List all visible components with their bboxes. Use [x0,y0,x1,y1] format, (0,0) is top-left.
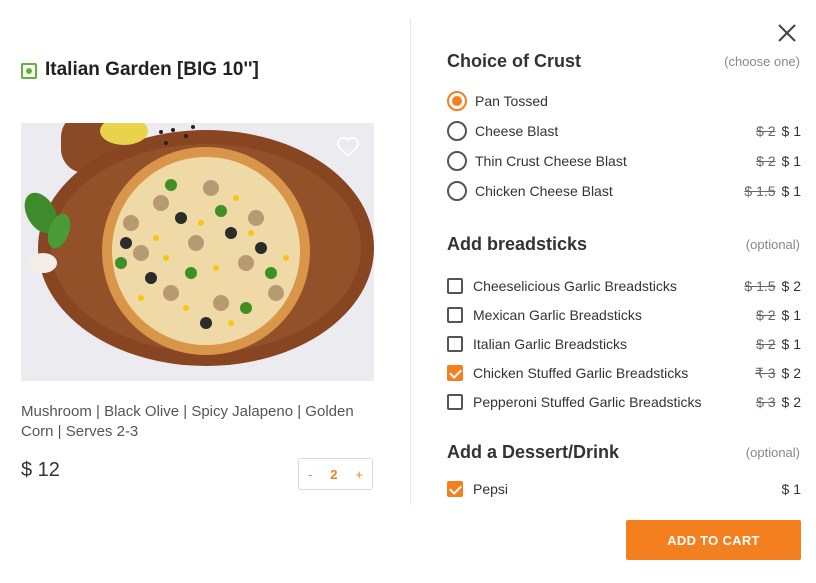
heart-icon[interactable] [336,136,360,158]
item-description: Mushroom | Black Olive | Spicy Jalapeno … [21,403,354,440]
option-label: Mexican Garlic Breadsticks [473,307,642,323]
option-price: $ 1 [781,123,801,139]
crust-option[interactable]: Chicken Cheese Blast $ 1.5 $ 1 [447,180,801,202]
radio[interactable] [447,121,467,141]
original-price: $ 2 [756,307,776,323]
item-price: $ 12 [21,459,60,481]
original-price: $ 2 [756,123,776,139]
increment-button[interactable]: + [355,467,363,482]
option-label: Pepperoni Stuffed Garlic Breadsticks [473,394,702,410]
option-price: $ 1 [781,336,801,352]
option-label: Chicken Cheese Blast [475,183,613,199]
original-price: $ 1.5 [744,278,776,294]
checkbox-checked[interactable] [447,481,463,497]
option-label: Cheese Blast [475,123,559,139]
breadstick-option[interactable]: Pepperoni Stuffed Garlic Breadsticks $ 3… [447,391,801,413]
original-price: $ 2 [756,153,776,169]
option-label: Pepsi [473,481,509,497]
crust-section-hint: (choose one) [724,54,800,69]
option-price: $ 1 [781,307,801,323]
option-label: Thin Crust Cheese Blast [475,153,627,169]
checkbox[interactable] [447,336,463,352]
add-to-cart-button[interactable]: ADD TO CART [626,520,801,560]
dessert-section-hint: (optional) [745,445,800,460]
original-price: $ 1.5 [744,183,776,199]
option-label: Chicken Stuffed Garlic Breadsticks [473,365,689,381]
original-price: $ 2 [756,336,776,352]
breadstick-option[interactable]: Mexican Garlic Breadsticks $ 2 $ 1 [447,304,801,326]
radio[interactable] [447,181,467,201]
dessert-option[interactable]: Pepsi $ 1 [447,478,801,500]
original-price: $ 3 [756,394,776,410]
dessert-section-title: Add a Dessert/Drink [447,442,620,462]
checkbox[interactable] [447,278,463,294]
breadsticks-section-title: Add breadsticks [447,234,588,254]
checkbox[interactable] [447,307,463,323]
option-price: $ 2 [781,394,801,410]
quantity-stepper: - 2 + [298,458,373,490]
breadstick-option[interactable]: Italian Garlic Breadsticks $ 2 $ 1 [447,333,801,355]
option-price: $ 2 [781,365,801,381]
pizza-image [21,123,374,381]
veg-indicator-icon [21,63,37,79]
option-price: $ 1 [781,153,801,169]
option-price: $ 2 [781,278,801,294]
option-label: Cheeselicious Garlic Breadsticks [473,278,677,294]
crust-option[interactable]: Thin Crust Cheese Blast $ 2 $ 1 [447,150,801,172]
crust-section-title: Choice of Crust [447,51,582,71]
option-price: $ 1 [781,183,801,199]
option-label: Pan Tossed [475,93,548,109]
radio-selected[interactable] [447,91,467,111]
panel-divider [410,18,411,505]
breadsticks-section-hint: (optional) [745,237,800,252]
breadstick-option[interactable]: Chicken Stuffed Garlic Breadsticks ₹ 3 $… [447,362,801,384]
option-price: $ 1 [781,481,801,497]
crust-option[interactable]: Cheese Blast $ 2 $ 1 [447,120,801,142]
breadstick-option[interactable]: Cheeselicious Garlic Breadsticks $ 1.5 $… [447,275,801,297]
crust-option[interactable]: Pan Tossed [447,90,801,112]
radio[interactable] [447,151,467,171]
checkbox-checked[interactable] [447,365,463,381]
close-icon[interactable] [776,22,798,44]
item-title: Italian Garden [BIG 10''] [45,59,259,80]
checkbox[interactable] [447,394,463,410]
decrement-button[interactable]: - [308,467,312,482]
option-label: Italian Garlic Breadsticks [473,336,628,352]
original-price: ₹ 3 [754,364,776,381]
quantity-value: 2 [330,466,338,482]
